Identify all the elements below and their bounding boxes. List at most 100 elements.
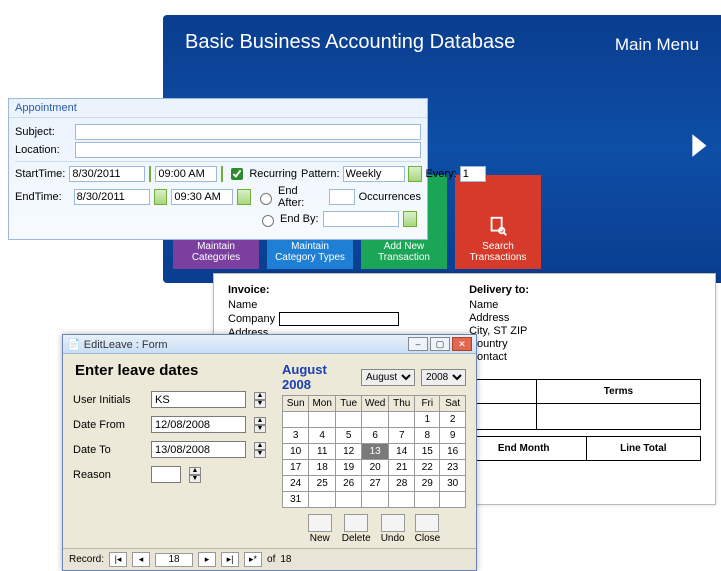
calendar-day[interactable]: 15 [415, 444, 440, 460]
calendar-day[interactable]: 28 [389, 476, 415, 492]
endby-dropdown[interactable] [403, 211, 417, 227]
end-label: EndTime: [15, 191, 70, 203]
end-time-dropdown[interactable] [237, 189, 251, 205]
calendar-day[interactable]: 13 [362, 444, 389, 460]
start-date-dropdown[interactable] [149, 166, 151, 182]
dow-header: Sat [440, 396, 466, 412]
calendar-day[interactable]: 27 [362, 476, 389, 492]
subject-label: Subject: [15, 126, 71, 138]
user-spinner[interactable]: ▲▼ [254, 392, 266, 408]
calendar-day[interactable]: 9 [440, 428, 466, 444]
calendar-day[interactable]: 30 [440, 476, 466, 492]
calendar-day[interactable]: 11 [309, 444, 336, 460]
endby-input[interactable] [323, 211, 399, 227]
close-icon [415, 514, 439, 532]
calendar-day[interactable]: 12 [336, 444, 362, 460]
reason-input[interactable] [151, 466, 181, 483]
calendar-day [336, 492, 362, 508]
start-time-dropdown[interactable] [221, 166, 223, 182]
new-icon [308, 514, 332, 532]
endby-radio[interactable] [262, 215, 274, 227]
company-box [279, 312, 399, 326]
maximize-button[interactable]: ▢ [430, 337, 450, 351]
occurrences-input[interactable] [329, 189, 355, 205]
calendar-grid[interactable]: SunMonTueWedThuFriSat 123456789101112131… [282, 395, 466, 508]
pattern-input[interactable] [343, 166, 405, 182]
user-input[interactable] [151, 391, 246, 408]
calendar-day[interactable]: 2 [440, 412, 466, 428]
calendar-day[interactable]: 3 [283, 428, 309, 444]
calendar-day[interactable]: 25 [309, 476, 336, 492]
location-label: Location: [15, 144, 71, 156]
endafter-radio[interactable] [260, 193, 272, 205]
every-label: Every: [426, 168, 457, 180]
calendar-day[interactable]: 22 [415, 460, 440, 476]
calendar-day[interactable]: 5 [336, 428, 362, 444]
year-select[interactable]: 2008 [421, 369, 466, 386]
invoice-company: Company [228, 312, 399, 326]
tool-label: New [310, 533, 330, 544]
calendar-day [362, 412, 389, 428]
tool-close[interactable]: Close [415, 514, 441, 544]
from-label: Date From [73, 419, 143, 431]
calendar-day [362, 492, 389, 508]
location-input[interactable] [75, 142, 421, 158]
editleave-titlebar[interactable]: 📄 EditLeave : Form – ▢ ✕ [63, 335, 476, 354]
to-spinner[interactable]: ▲▼ [254, 442, 266, 458]
banner-title: Basic Business Accounting Database [185, 31, 515, 54]
recurring-checkbox[interactable] [231, 168, 243, 180]
month-select[interactable]: August [361, 369, 415, 386]
calendar: August 2008 August 2008 SunMonTueWedThuF… [282, 362, 466, 544]
tool-undo[interactable]: Undo [381, 514, 405, 544]
subject-input[interactable] [75, 124, 421, 140]
last-button[interactable]: ▸| [221, 552, 239, 567]
calendar-day[interactable]: 1 [415, 412, 440, 428]
end-date-dropdown[interactable] [154, 189, 168, 205]
calendar-day[interactable]: 23 [440, 460, 466, 476]
minimize-button[interactable]: – [408, 337, 428, 351]
calendar-month-title: August 2008 [282, 362, 355, 392]
calendar-day[interactable]: 4 [309, 428, 336, 444]
calendar-day[interactable]: 19 [336, 460, 362, 476]
calendar-day[interactable]: 29 [415, 476, 440, 492]
calendar-day[interactable]: 20 [362, 460, 389, 476]
end-date-input[interactable] [74, 189, 150, 205]
end-time-input[interactable] [171, 189, 233, 205]
calendar-day[interactable]: 24 [283, 476, 309, 492]
tool-label: Undo [381, 533, 405, 544]
record-pos[interactable] [155, 553, 193, 567]
calendar-day[interactable]: 16 [440, 444, 466, 460]
next-button[interactable]: ▸ [198, 552, 216, 567]
calendar-day[interactable]: 8 [415, 428, 440, 444]
banner-menu-label: Main Menu [615, 35, 699, 55]
close-button[interactable]: ✕ [452, 337, 472, 351]
from-spinner[interactable]: ▲▼ [254, 417, 266, 433]
tool-delete[interactable]: Delete [342, 514, 371, 544]
calendar-day[interactable]: 10 [283, 444, 309, 460]
pattern-dropdown[interactable] [408, 166, 422, 182]
calendar-day[interactable]: 26 [336, 476, 362, 492]
first-button[interactable]: |◂ [109, 552, 127, 567]
reason-spinner[interactable]: ▲▼ [189, 467, 201, 483]
tile-search-transactions[interactable]: Search Transactions [455, 175, 541, 269]
every-input[interactable] [460, 166, 486, 182]
to-input[interactable] [151, 441, 246, 458]
calendar-day[interactable]: 18 [309, 460, 336, 476]
from-input[interactable] [151, 416, 246, 433]
calendar-day[interactable]: 21 [389, 460, 415, 476]
record-label: Record: [69, 554, 104, 565]
calendar-day[interactable]: 31 [283, 492, 309, 508]
calendar-day[interactable]: 6 [362, 428, 389, 444]
start-date-input[interactable] [69, 166, 145, 182]
prev-button[interactable]: ◂ [132, 552, 150, 567]
leave-heading: Enter leave dates [75, 362, 266, 379]
start-label: StartTime: [15, 168, 65, 180]
start-time-input[interactable] [155, 166, 217, 182]
calendar-day[interactable]: 7 [389, 428, 415, 444]
new-record-button[interactable]: ▸* [244, 552, 262, 567]
to-label: Date To [73, 444, 143, 456]
reason-label: Reason [73, 469, 143, 481]
calendar-day[interactable]: 17 [283, 460, 309, 476]
calendar-day[interactable]: 14 [389, 444, 415, 460]
tool-new[interactable]: New [308, 514, 332, 544]
